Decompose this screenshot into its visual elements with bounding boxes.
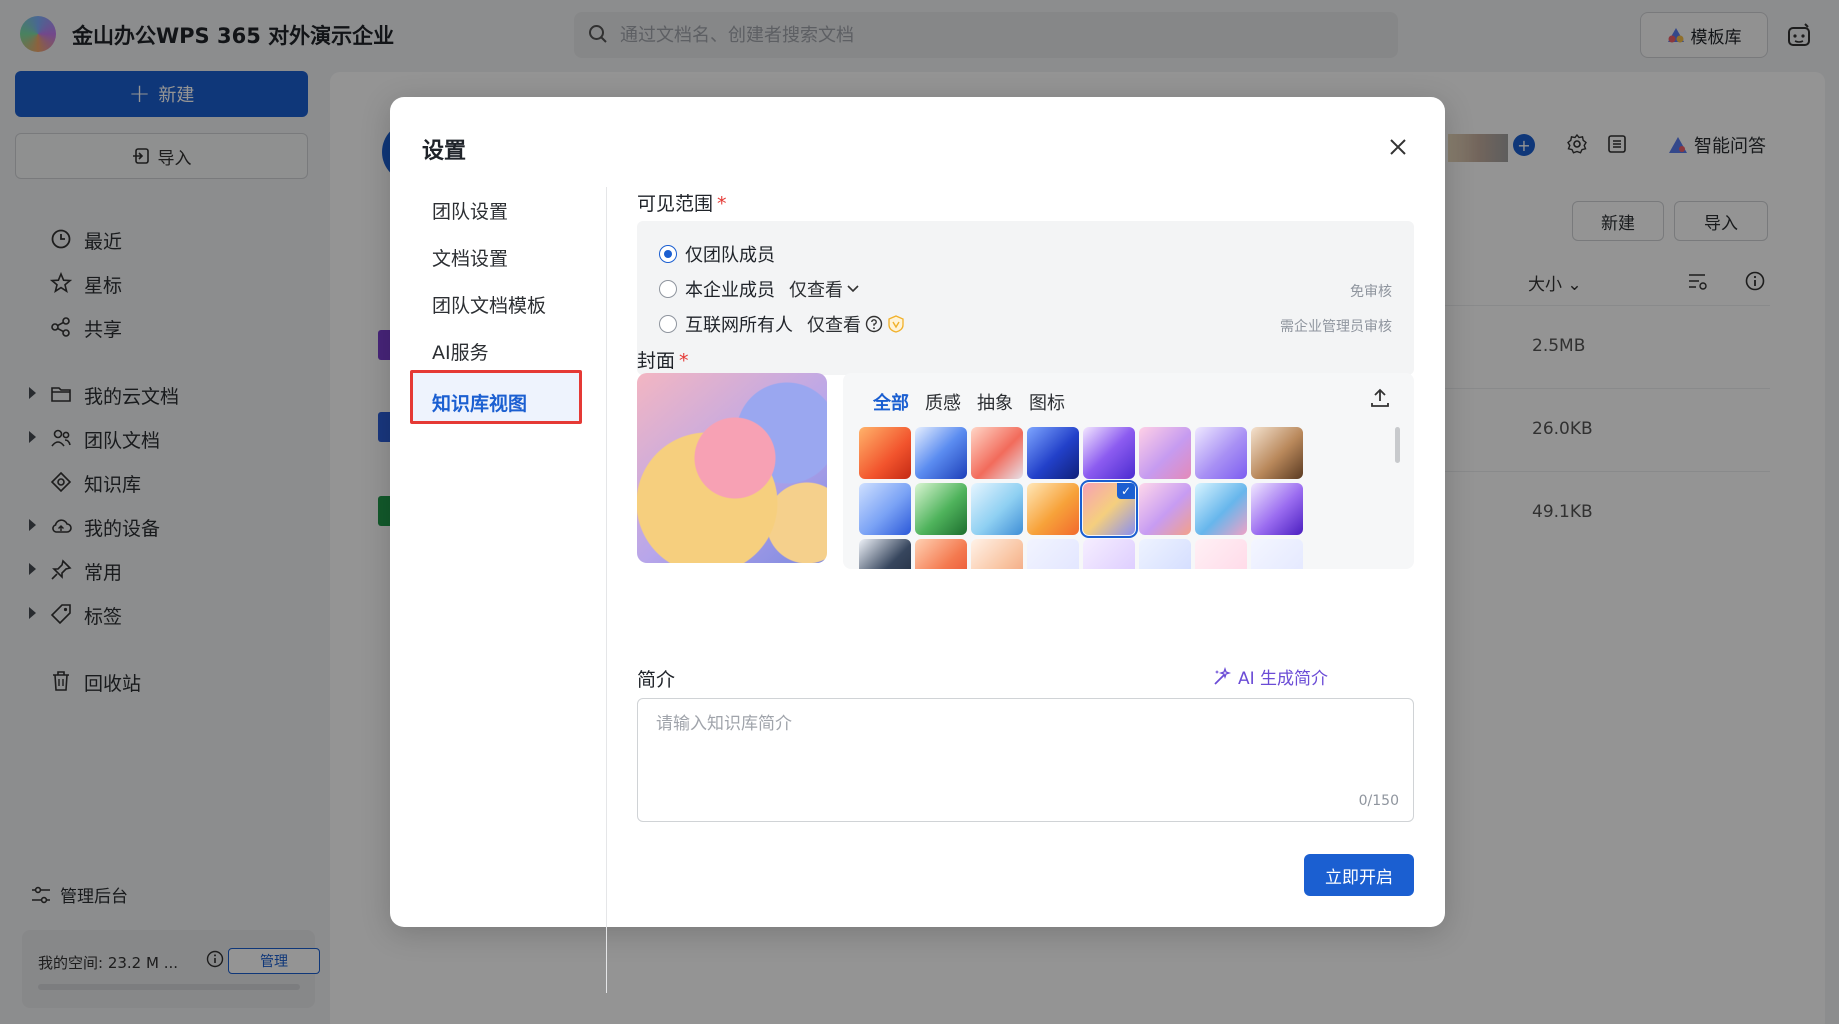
check-icon: ✓ [1117,483,1135,499]
cover-thumbnail-selected[interactable]: ✓ [1080,480,1138,538]
cover-thumbnail[interactable] [1251,483,1303,535]
settings-nav-ai-service[interactable]: AI服务 [432,338,489,365]
visibility-option-company[interactable]: 本企业成员 仅查看 [659,276,859,302]
visibility-option-internet[interactable]: 互联网所有人 仅查看 [659,311,905,337]
settings-nav-team-templates[interactable]: 团队文档模板 [432,291,546,318]
settings-nav-team[interactable]: 团队设置 [432,197,508,224]
cover-preview [637,373,827,563]
radio[interactable] [659,315,677,333]
cover-thumbnail[interactable] [1251,427,1303,479]
required-mark: * [717,193,727,215]
cover-thumbnail[interactable] [1027,427,1079,479]
settings-nav-docs[interactable]: 文档设置 [432,244,508,271]
required-mark: * [679,350,689,372]
cover-thumbnail[interactable] [859,539,911,569]
chevron-down-icon [847,285,859,293]
ai-sparkle-icon [1214,666,1232,685]
option-note: 免审核 [1350,284,1392,300]
ai-generate-intro-button[interactable]: AI 生成简介 [1212,664,1328,689]
cover-label-text: 封面 [637,350,676,372]
option-label: 本企业成员 [685,280,775,301]
cover-tab-abstract[interactable]: 抽象 [977,389,1013,415]
divider [606,187,607,993]
permission-label: 仅查看 [789,280,843,301]
cover-thumbnail[interactable] [1083,539,1135,569]
cover-thumbnail[interactable] [1027,539,1079,569]
option-label: 互联网所有人 [685,315,793,336]
visibility-option-team[interactable]: 仅团队成员 [659,241,775,267]
intro-textarea[interactable] [638,699,1413,821]
dialog-title: 设置 [422,139,467,164]
option-note: 需企业管理员审核 [1280,319,1392,335]
highlight-annotation [410,370,582,424]
option-label: 仅团队成员 [685,245,775,266]
cover-thumbnail[interactable] [1139,539,1191,569]
cover-thumbnail[interactable] [1139,483,1191,535]
cover-thumbnail[interactable] [1251,539,1303,569]
cover-thumbnail[interactable] [915,483,967,535]
char-counter: 0/150 [1358,793,1399,809]
permission-text: 仅查看 [807,311,905,337]
cover-thumbnail[interactable] [1195,483,1247,535]
cover-thumbnail[interactable] [859,483,911,535]
cover-thumbnail[interactable] [1195,427,1247,479]
help-icon[interactable] [865,315,883,333]
cover-tab-texture[interactable]: 质感 [925,389,961,415]
radio[interactable] [659,280,677,298]
radio-selected[interactable] [659,245,677,263]
cover-thumbnail[interactable] [1139,427,1191,479]
cover-tab-icons[interactable]: 图标 [1029,389,1065,415]
permission-dropdown[interactable]: 仅查看 [789,276,859,302]
cover-thumbnail[interactable] [915,427,967,479]
intro-label: 简介 [637,669,676,691]
enable-now-button[interactable]: 立即开启 [1304,854,1414,896]
intro-field[interactable]: 0/150 [637,698,1414,822]
close-icon[interactable] [1386,135,1410,159]
visibility-label: 可见范围 * [637,189,727,216]
cover-tab-all[interactable]: 全部 [873,389,909,415]
cover-picker: 全部 质感 抽象 图标 ✓ [843,373,1414,569]
upload-icon[interactable] [1369,387,1391,409]
cover-thumbnail[interactable] [859,427,911,479]
cover-thumbnail[interactable] [1027,483,1079,535]
settings-dialog: 设置 团队设置 文档设置 团队文档模板 AI服务 知识库视图 可见范围 * 仅团队… [390,97,1445,993]
visibility-options: 仅团队成员 本企业成员 仅查看 免审核 互联网所有人 仅查看 需企业管理员审核 [637,221,1414,375]
vip-badge-icon [888,315,904,333]
cover-thumbnail[interactable] [1083,427,1135,479]
cover-thumbnail[interactable] [915,539,967,569]
visibility-label-text: 可见范围 [637,193,714,215]
cover-thumbnail[interactable] [971,483,1023,535]
ai-generate-label: AI 生成简介 [1238,669,1329,689]
cover-label: 封面 * [637,346,689,373]
scrollbar[interactable] [1395,427,1400,463]
permission-label: 仅查看 [807,315,861,336]
cover-thumbnail[interactable] [971,539,1023,569]
cover-thumbnail[interactable] [1195,539,1247,569]
cover-thumbnail[interactable] [971,427,1023,479]
